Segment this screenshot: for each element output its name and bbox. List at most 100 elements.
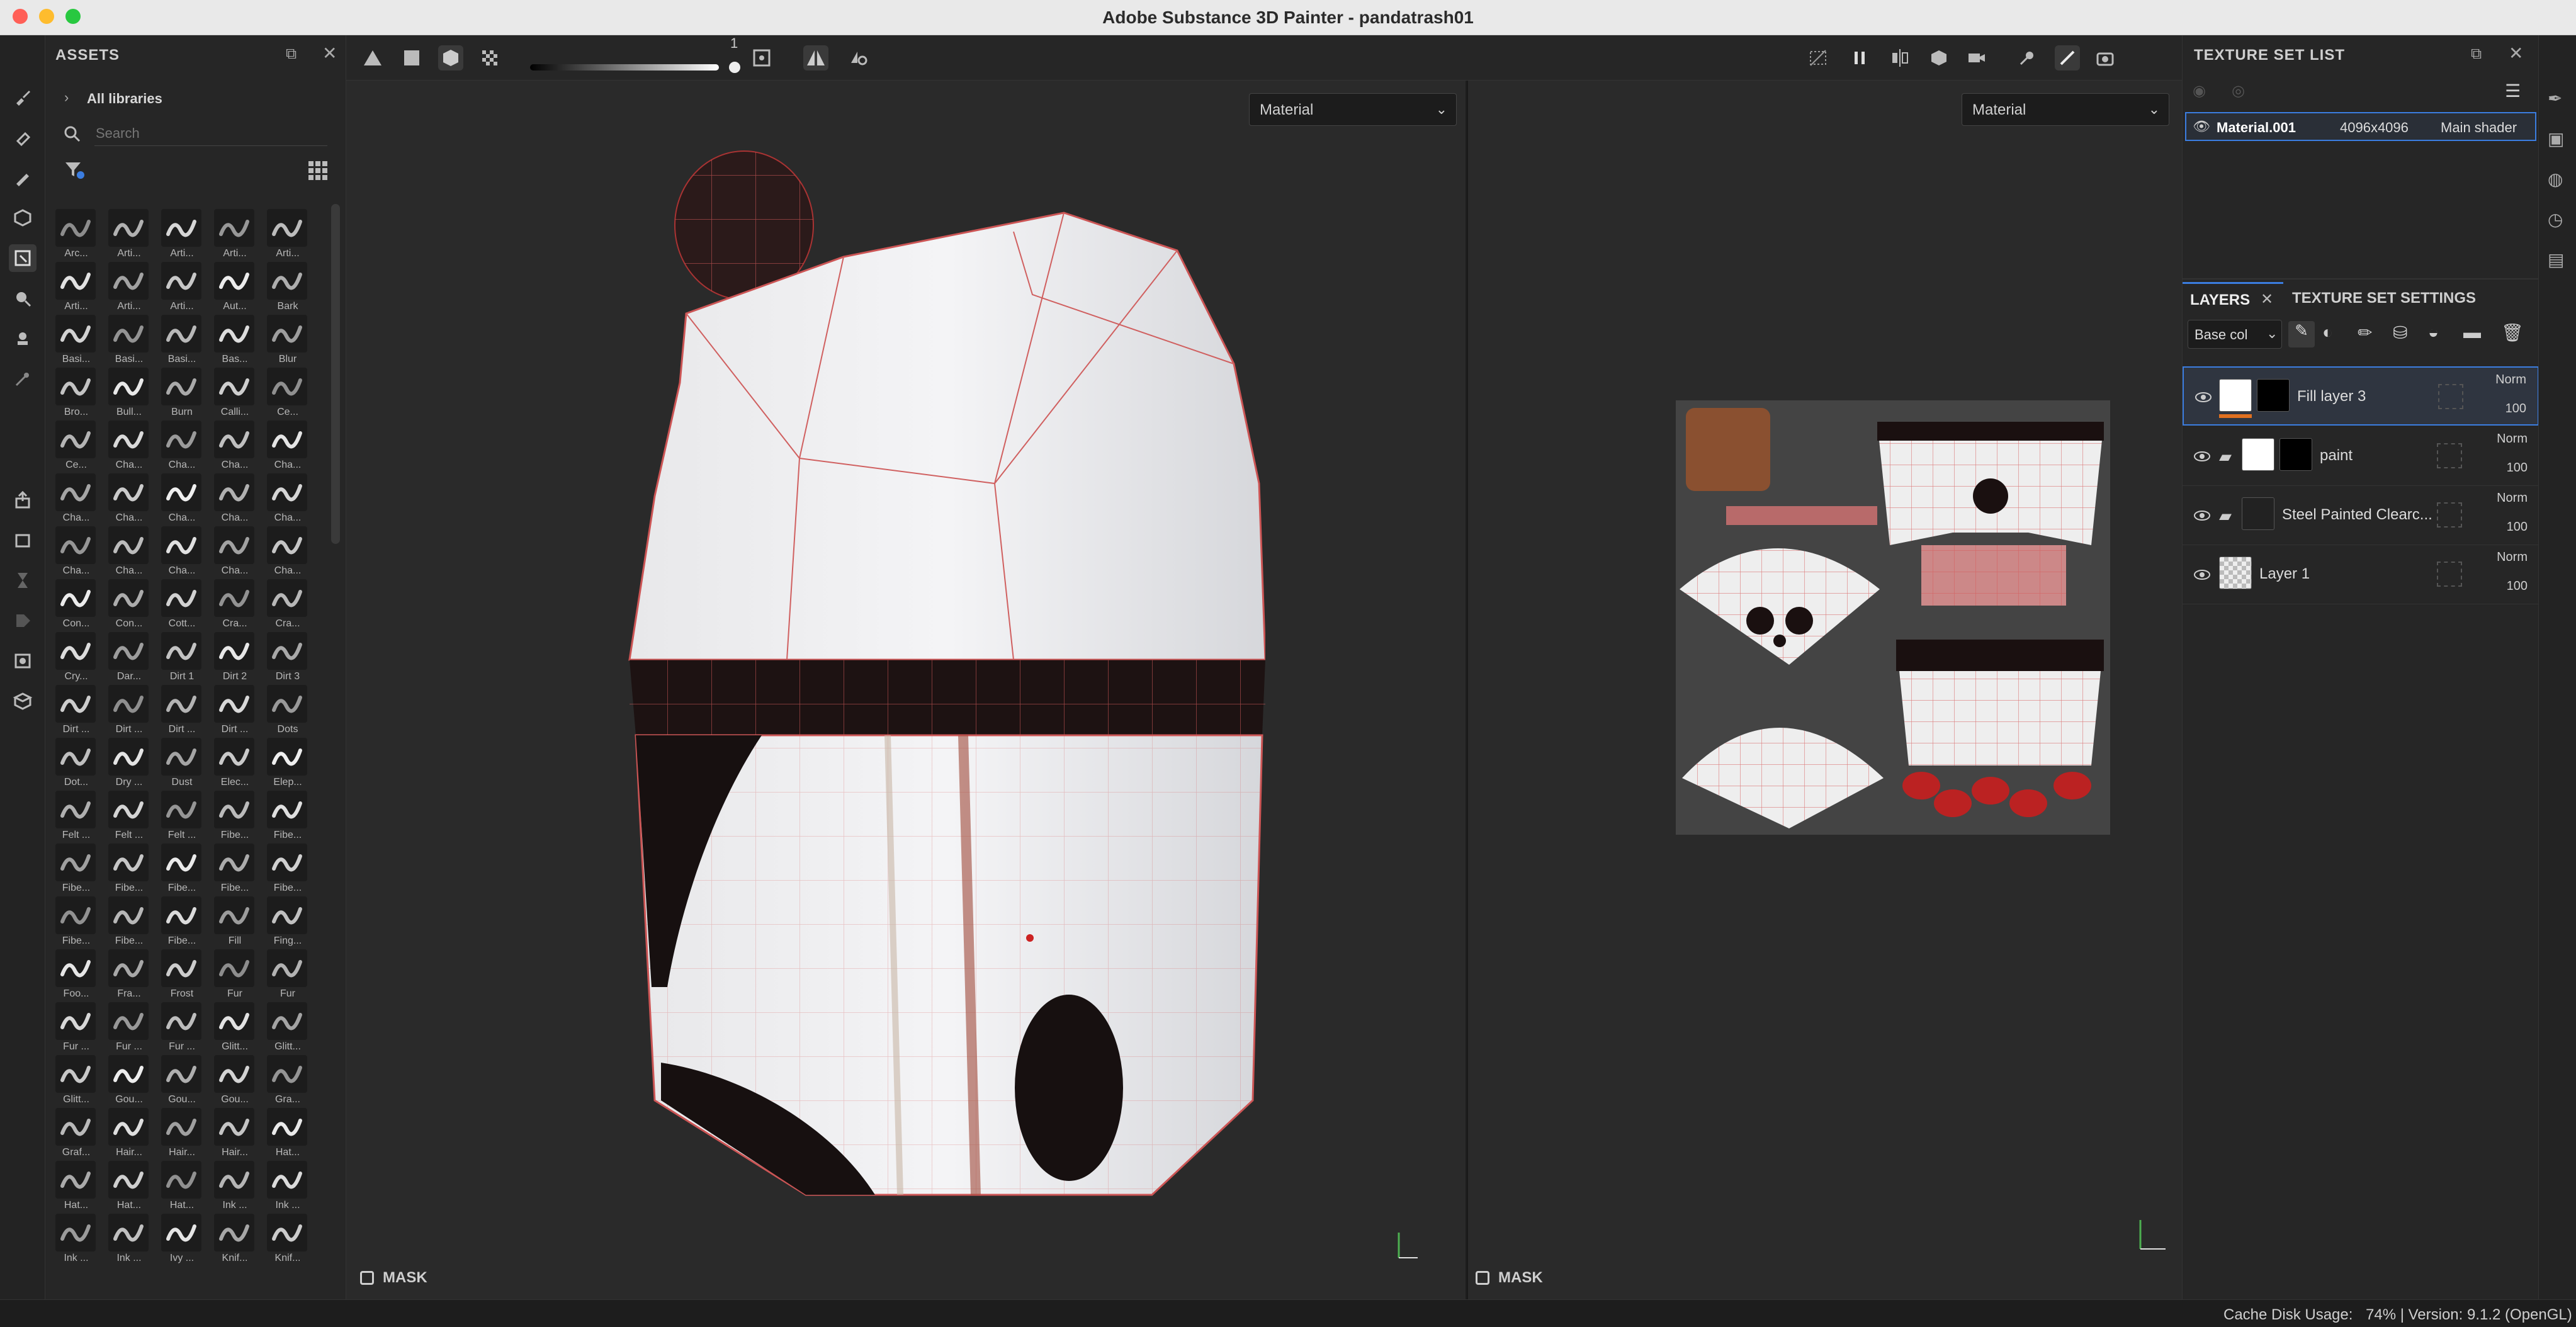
search-input[interactable] — [94, 121, 327, 146]
asset-item[interactable]: Con... — [52, 579, 101, 631]
display-settings-tool[interactable] — [9, 647, 37, 675]
chevron-right-icon[interactable]: › — [64, 89, 69, 106]
asset-item[interactable]: Bull... — [105, 368, 154, 419]
asset-item[interactable]: Cott... — [157, 579, 206, 631]
blend-mode[interactable]: Norm — [2495, 373, 2526, 387]
asset-item[interactable]: Arti... — [105, 262, 154, 313]
symmetry-settings-icon[interactable] — [846, 45, 871, 71]
triangle-icon[interactable] — [360, 45, 385, 71]
eye-icon[interactable] — [2194, 388, 2213, 407]
asset-item[interactable]: Fibe... — [210, 791, 259, 842]
viewport-3d-mode-select[interactable]: Material ⌄ — [1249, 93, 1457, 126]
brush-properties-icon[interactable]: ✒ — [2548, 88, 2562, 109]
asset-item[interactable]: Elec... — [210, 738, 259, 789]
asset-item[interactable]: Dirt 2 — [210, 632, 259, 684]
viewport-2d-mode-select[interactable]: Material ⌄ — [1962, 93, 2169, 126]
grid-view-icon[interactable] — [307, 160, 329, 181]
asset-item[interactable]: Fra... — [105, 949, 154, 1001]
asset-item[interactable]: Gra... — [263, 1055, 312, 1107]
grayscale-slider[interactable] — [530, 64, 719, 71]
asset-item[interactable]: Cry... — [52, 632, 101, 684]
asset-item[interactable]: Ink ... — [52, 1214, 101, 1265]
asset-item[interactable]: Basi... — [52, 315, 101, 366]
asset-item[interactable]: Cha... — [210, 473, 259, 525]
asset-item[interactable]: Bas... — [210, 315, 259, 366]
layer-opacity[interactable]: 100 — [2507, 520, 2528, 534]
layer-opacity[interactable]: 100 — [2505, 402, 2526, 416]
asset-item[interactable]: Hair... — [210, 1108, 259, 1160]
asset-item[interactable]: Ivy ... — [157, 1214, 206, 1265]
asset-item[interactable]: Hair... — [105, 1108, 154, 1160]
asset-item[interactable]: Dirt ... — [210, 685, 259, 737]
asset-item[interactable]: Aut... — [210, 262, 259, 313]
view-cube-icon[interactable] — [1926, 45, 1952, 71]
asset-item[interactable]: Cha... — [52, 526, 101, 578]
asset-item[interactable]: Arti... — [105, 209, 154, 261]
add-mask-icon[interactable]: ◐ — [2322, 322, 2333, 342]
history-icon[interactable]: ◷ — [2548, 209, 2563, 230]
asset-item[interactable]: Dar... — [105, 632, 154, 684]
clone-tool[interactable] — [9, 325, 37, 353]
asset-item[interactable]: Glitt... — [210, 1002, 259, 1054]
asset-item[interactable]: Arti... — [157, 262, 206, 313]
add-effect-icon[interactable]: ✎ — [2288, 321, 2315, 347]
asset-item[interactable]: Gou... — [210, 1055, 259, 1107]
asset-item[interactable]: Cha... — [263, 473, 312, 525]
screenshot-icon[interactable] — [2093, 45, 2118, 71]
close-tab-icon[interactable]: ✕ — [2261, 290, 2273, 308]
asset-item[interactable]: Felt ... — [157, 791, 206, 842]
asset-item[interactable]: Felt ... — [52, 791, 101, 842]
asset-item[interactable]: Elep... — [263, 738, 312, 789]
color-picker-tool[interactable] — [9, 365, 37, 393]
eye-icon[interactable]: 👁 — [2193, 118, 2210, 135]
delete-layer-icon[interactable]: 🗑 — [2501, 322, 2524, 343]
asset-item[interactable]: Arc... — [52, 209, 101, 261]
asset-item[interactable]: Fibe... — [157, 896, 206, 948]
asset-item[interactable]: Cha... — [210, 421, 259, 472]
asset-item[interactable]: Fibe... — [105, 896, 154, 948]
asset-item[interactable]: Fibe... — [52, 844, 101, 895]
asset-item[interactable]: Dirt 3 — [263, 632, 312, 684]
layer-opacity[interactable]: 100 — [2507, 461, 2528, 475]
tab-texture-set-settings[interactable]: TEXTURE SET SETTINGS — [2286, 282, 2487, 315]
eye-icon[interactable] — [2193, 565, 2212, 584]
asset-item[interactable]: Fur ... — [52, 1002, 101, 1054]
viewport-3d-mask-toggle[interactable]: MASK — [360, 1269, 427, 1287]
asset-item[interactable]: Fur ... — [105, 1002, 154, 1054]
filter-icon[interactable] — [63, 159, 86, 181]
add-fill-layer-icon[interactable]: ⛁ — [2393, 322, 2407, 343]
asset-item[interactable]: Knif... — [263, 1214, 312, 1265]
asset-item[interactable]: Graf... — [52, 1108, 101, 1160]
blend-mode[interactable]: Norm — [2497, 432, 2528, 446]
undock-icon[interactable]: ⧉ — [286, 45, 297, 63]
asset-item[interactable]: Glitt... — [263, 1002, 312, 1054]
asset-item[interactable]: Cra... — [263, 579, 312, 631]
asset-item[interactable]: Dot... — [52, 738, 101, 789]
mesh-fill-icon[interactable] — [438, 45, 463, 71]
asset-item[interactable]: Cha... — [105, 526, 154, 578]
render-mode-icon[interactable] — [2014, 45, 2040, 71]
layer-row[interactable]: Fill layer 3 Norm 100 — [2183, 366, 2539, 426]
tab-layers[interactable]: LAYERS ✕ — [2183, 282, 2283, 315]
asset-item[interactable]: Hat... — [52, 1161, 101, 1212]
asset-item[interactable]: Ink ... — [263, 1161, 312, 1212]
asset-item[interactable]: Arti... — [263, 209, 312, 261]
paint-mode-icon[interactable] — [2055, 45, 2080, 71]
asset-item[interactable]: Felt ... — [105, 791, 154, 842]
log-icon[interactable]: ▤ — [2548, 249, 2564, 270]
asset-item[interactable]: Burn — [157, 368, 206, 419]
asset-item[interactable]: Dust — [157, 738, 206, 789]
smudge-tool[interactable] — [9, 285, 37, 312]
eraser-tool[interactable] — [9, 123, 37, 151]
asset-item[interactable]: Hat... — [157, 1161, 206, 1212]
asset-item[interactable]: Dots — [263, 685, 312, 737]
blend-mode[interactable]: Norm — [2497, 550, 2528, 565]
layer-opacity[interactable]: 100 — [2507, 579, 2528, 594]
menu-icon[interactable]: ☰ — [2505, 81, 2521, 101]
asset-item[interactable]: Cha... — [210, 526, 259, 578]
asset-item[interactable]: Fing... — [263, 896, 312, 948]
asset-item[interactable]: Arti... — [157, 209, 206, 261]
asset-item[interactable]: Bro... — [52, 368, 101, 419]
layer-row[interactable]: ▰ Steel Painted Clearc... Norm 100 — [2183, 486, 2539, 545]
asset-item[interactable]: Dry ... — [105, 738, 154, 789]
